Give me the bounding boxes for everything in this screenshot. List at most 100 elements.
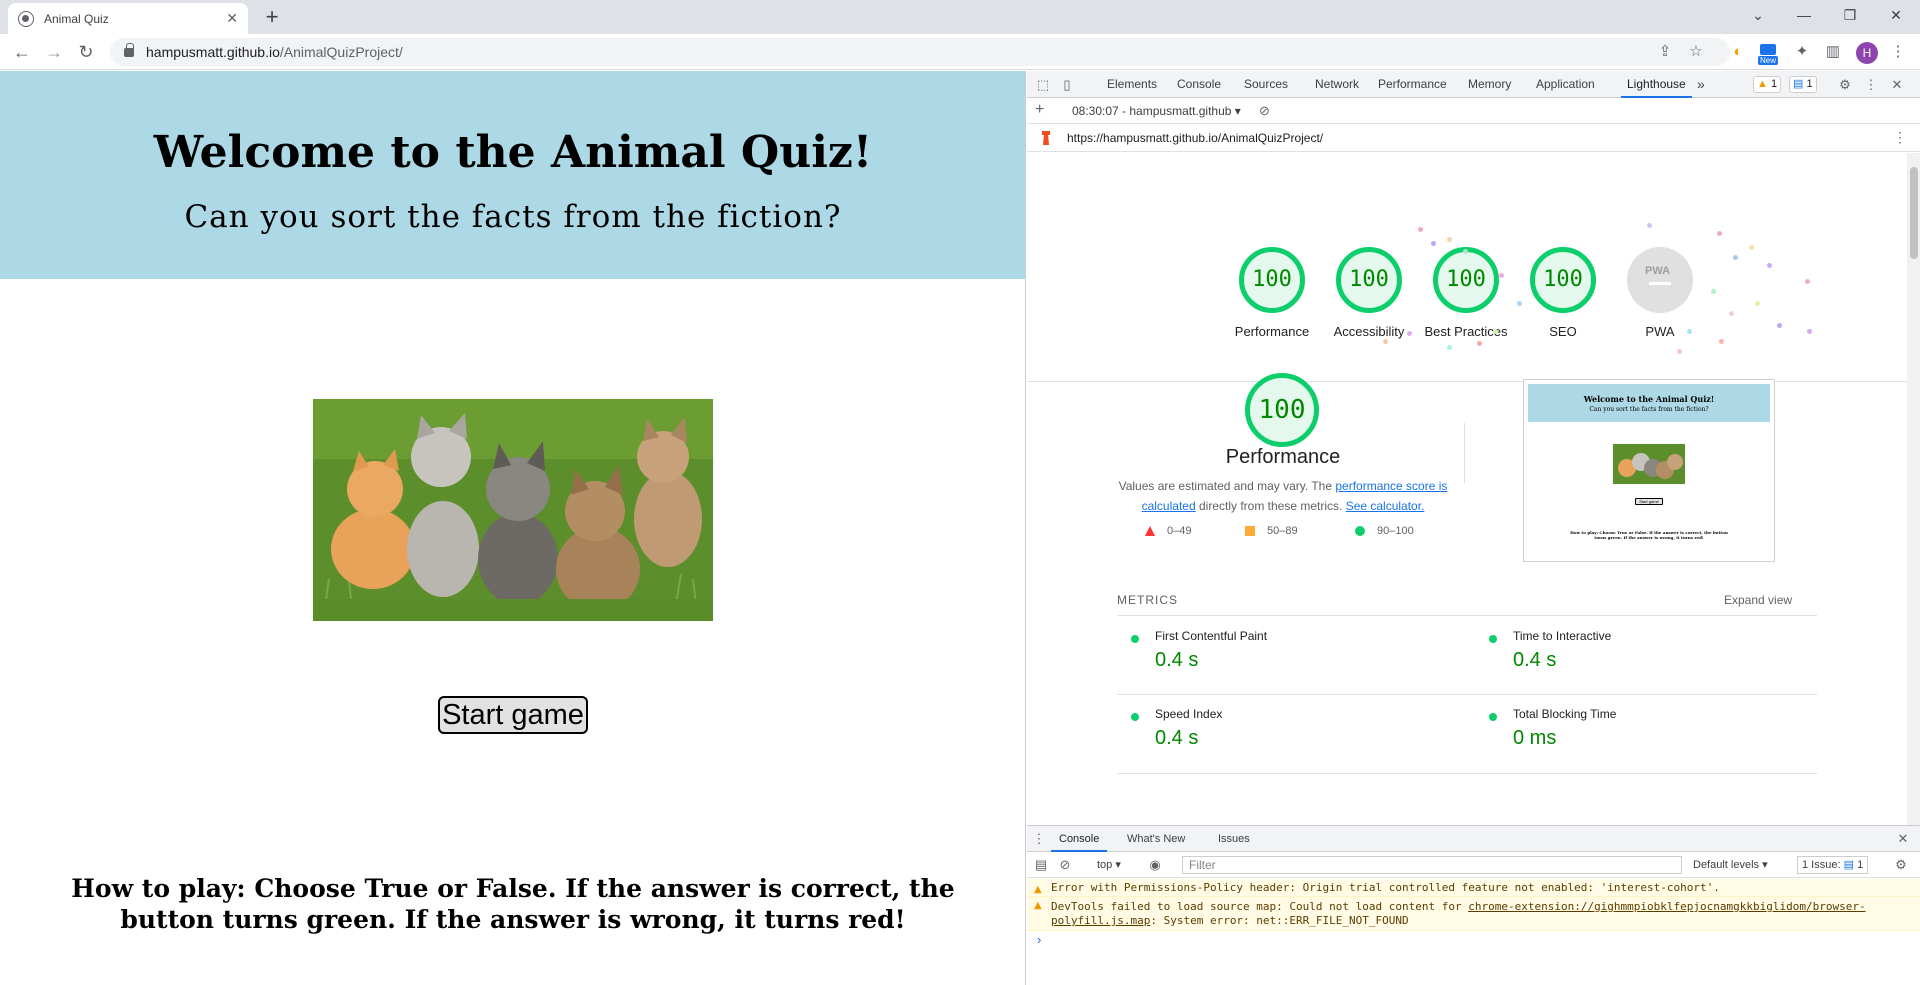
metric-value: 0 ms — [1513, 727, 1557, 749]
log-levels-label: Default levels — [1693, 859, 1760, 871]
url-path: /AnimalQuizProject/ — [279, 44, 403, 60]
new-report-icon[interactable]: + — [1035, 101, 1044, 119]
page-subtitle: Can you sort the facts from the fiction? — [184, 199, 842, 235]
address-bar[interactable]: hampusmatt.github.io/AnimalQuizProject/ — [110, 38, 1730, 66]
pass-dot-icon — [1131, 713, 1139, 721]
puzzle-icon[interactable]: ✦ — [1792, 42, 1812, 62]
see-calculator-link[interactable]: See calculator. — [1346, 499, 1425, 513]
more-tabs-icon[interactable]: » — [1697, 71, 1705, 98]
forward-icon[interactable]: → — [40, 39, 68, 65]
performance-title: Performance — [1225, 446, 1341, 468]
warning-triangle-icon: ▲ — [1034, 900, 1042, 911]
report-selector-label: 08:30:07 - hampusmatt.github — [1072, 104, 1232, 118]
metric-value: 0.4 s — [1155, 727, 1199, 749]
drawer-tab-issues[interactable]: Issues — [1218, 826, 1250, 852]
tab-performance[interactable]: Performance — [1378, 71, 1447, 98]
tab-title: Animal Quiz — [44, 11, 109, 26]
quiz-header: Welcome to the Animal Quiz! Can you sort… — [0, 71, 1025, 279]
issues-counter[interactable]: 1 Issue: ▤ 1 — [1797, 856, 1869, 874]
report-selector[interactable]: 08:30:07 - hampusmatt.github ▾ — [1072, 104, 1241, 118]
tab-sources[interactable]: Sources — [1244, 71, 1288, 98]
gauge-performance[interactable]: 100 — [1239, 247, 1305, 313]
back-icon[interactable]: ← — [8, 39, 36, 65]
pwa-dash-icon — [1649, 282, 1671, 285]
share-icon[interactable]: ⇪ — [1655, 42, 1675, 62]
pwa-badge[interactable]: PWA — [1627, 247, 1693, 313]
console-prompt-icon[interactable]: › — [1037, 932, 1041, 947]
tab-memory[interactable]: Memory — [1468, 71, 1511, 98]
messages-badge[interactable]: ▤ 1 — [1789, 76, 1817, 93]
log-levels-dropdown[interactable]: Default levels ▾ — [1693, 858, 1768, 871]
lighthouse-url-bar: https://hampusmatt.github.io/AnimalQuizP… — [1027, 124, 1920, 152]
globe-icon — [18, 10, 34, 27]
legend-fail: 0–49 — [1145, 525, 1191, 537]
console-filter-input[interactable]: Filter — [1182, 856, 1682, 874]
context-selector[interactable]: top ▾ — [1097, 858, 1121, 871]
gauge-label-seo: SEO — [1549, 324, 1577, 339]
thumbnail-kittens-svg — [1618, 453, 1683, 479]
legend-average-range: 50–89 — [1267, 525, 1298, 537]
tab-close-icon[interactable]: ✕ — [226, 10, 238, 27]
warning-triangle-icon: ▲ — [1034, 884, 1042, 895]
tab-network[interactable]: Network — [1315, 71, 1359, 98]
device-toolbar-icon[interactable]: ▯ — [1059, 77, 1075, 93]
legend-fail-range: 0–49 — [1167, 525, 1192, 537]
reload-icon[interactable]: ↻ — [72, 39, 100, 65]
extension-icon[interactable]: ◐ — [1728, 42, 1748, 62]
gauge-accessibility[interactable]: 100 — [1336, 247, 1402, 313]
close-drawer-icon[interactable]: ✕ — [1895, 831, 1911, 847]
warnings-count: 1 — [1770, 78, 1778, 90]
expand-view-toggle[interactable]: Expand view — [1724, 593, 1792, 607]
inspect-icon[interactable]: ⬚ — [1035, 77, 1051, 93]
kittens-image — [313, 399, 713, 621]
clear-icon[interactable]: ⊘ — [1259, 103, 1270, 119]
pass-dot-icon — [1489, 635, 1497, 643]
profile-avatar[interactable]: H — [1856, 42, 1878, 64]
drawer-tab-console[interactable]: Console — [1051, 826, 1108, 852]
thumbnail-instructions: How to play: Choose True or False. If th… — [1570, 530, 1728, 540]
drawer-menu-icon[interactable]: ⋮ — [1031, 831, 1047, 847]
metric-speed-index: Speed Index 0.4 s — [1117, 693, 1457, 771]
tab-search-icon[interactable]: ⌄ — [1736, 0, 1780, 34]
scrollbar-thumb[interactable] — [1910, 167, 1918, 259]
settings-gear-icon[interactable]: ⚙ — [1837, 77, 1853, 93]
restore-icon[interactable]: ❐ — [1828, 0, 1872, 34]
sidebar-toggle-icon[interactable]: ▤ — [1033, 857, 1049, 873]
report-menu-icon[interactable]: ⋮ — [1893, 129, 1907, 146]
gauge-label-best-practices: Best Practices — [1424, 324, 1508, 339]
url-host: hampusmatt.github.io — [146, 44, 280, 60]
start-game-button[interactable]: Start game — [438, 696, 588, 734]
new-badge: New — [1758, 56, 1779, 65]
tab-application[interactable]: Application — [1536, 71, 1595, 98]
menu-kebab-icon[interactable]: ⋮ — [1888, 42, 1908, 62]
console-toolbar: ▤ ⊘ top ▾ ◉ Filter Default levels ▾ 1 Is… — [1027, 852, 1920, 878]
triangle-icon — [1145, 526, 1155, 536]
console-settings-icon[interactable]: ⚙ — [1893, 857, 1909, 873]
new-tab-button[interactable]: + — [260, 5, 284, 29]
bookmark-star-icon[interactable]: ☆ — [1686, 42, 1706, 62]
clear-console-icon[interactable]: ⊘ — [1057, 857, 1073, 873]
minimize-icon[interactable]: — — [1782, 0, 1826, 34]
metric-name: Speed Index — [1155, 707, 1223, 721]
tab-elements[interactable]: Elements — [1107, 71, 1157, 98]
gauge-best-practices[interactable]: 100 — [1433, 247, 1499, 313]
report-url[interactable]: https://hampusmatt.github.io/AnimalQuizP… — [1067, 131, 1323, 145]
final-screenshot-thumbnail[interactable]: Welcome to the Animal Quiz! Can you sort… — [1523, 379, 1775, 562]
messages-count: 1 — [1806, 78, 1813, 90]
devtools-menu-icon[interactable]: ⋮ — [1863, 77, 1879, 93]
gauge-seo[interactable]: 100 — [1530, 247, 1596, 313]
side-panel-icon[interactable]: ▥ — [1823, 42, 1843, 62]
drawer-tab-whats-new[interactable]: What's New — [1127, 826, 1185, 852]
warnings-badge[interactable]: ▲ 1 — [1753, 76, 1782, 93]
eye-icon[interactable]: ◉ — [1147, 857, 1163, 873]
metric-value: 0.4 s — [1155, 649, 1199, 671]
report-scrollbar[interactable] — [1907, 153, 1920, 825]
tab-console[interactable]: Console — [1177, 71, 1221, 98]
close-window-icon[interactable]: ✕ — [1874, 0, 1918, 34]
tab-lighthouse[interactable]: Lighthouse — [1621, 71, 1692, 98]
lighthouse-report: 100 Performance 100 Accessibility 100 Be… — [1027, 153, 1907, 825]
performance-desc-prefix: Values are estimated and may vary. The — [1118, 479, 1336, 493]
pass-dot-icon — [1131, 635, 1139, 643]
close-devtools-icon[interactable]: ✕ — [1889, 77, 1905, 93]
browser-tab[interactable]: Animal Quiz ✕ — [8, 3, 248, 34]
